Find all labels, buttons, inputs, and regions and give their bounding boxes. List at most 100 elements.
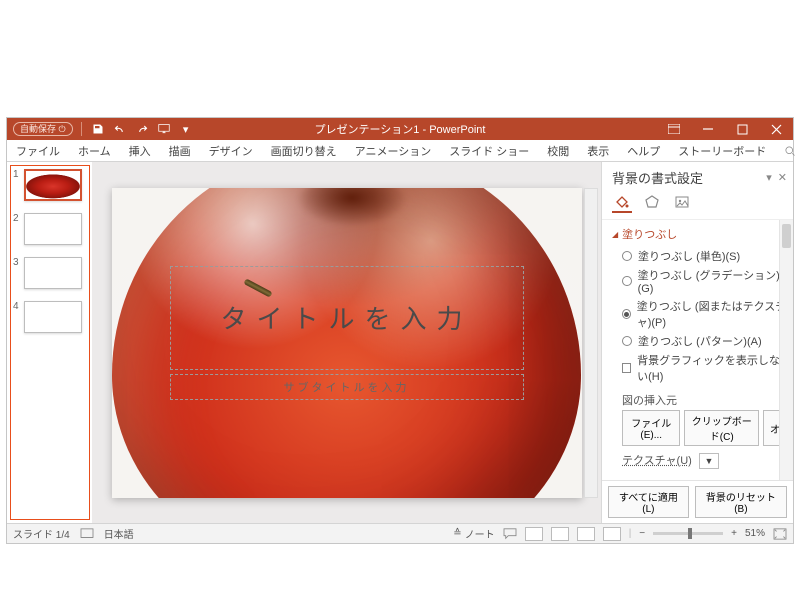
sorter-view-button[interactable] (551, 527, 569, 541)
insert-from-file-button[interactable]: ファイル(E)... (622, 410, 680, 446)
pane-scrollbar[interactable] (779, 220, 793, 480)
minimize-icon[interactable] (691, 118, 725, 140)
picture-icon (674, 194, 690, 210)
subtitle-placeholder[interactable]: サブタイトルを入力 (170, 374, 524, 400)
format-background-pane: 背景の書式設定 ▾ ✕ (601, 162, 793, 523)
radio-icon (622, 309, 631, 319)
paint-bucket-icon (614, 194, 630, 210)
autosave-state: ⏻ (59, 124, 66, 134)
thumb-number: 4 (13, 301, 21, 312)
slideshow-view-button[interactable] (603, 527, 621, 541)
tab-view[interactable]: 表示 (578, 140, 618, 161)
notes-label: ノート (465, 526, 495, 541)
search-icon (784, 145, 796, 157)
slide-thumb-4[interactable] (24, 301, 82, 333)
redo-icon[interactable] (134, 121, 150, 137)
qat-divider (81, 122, 82, 136)
texture-picker-button[interactable]: ▼ (699, 453, 719, 469)
insert-from-label: 図の挿入元 (622, 392, 787, 408)
pane-category-tabs (602, 189, 793, 220)
slide-canvas[interactable]: タイトルを入力 サブタイトルを入力 (112, 188, 582, 498)
slide-thumbnails: 1 2 3 4 (10, 165, 90, 520)
language-indicator[interactable]: 日本語 (104, 526, 134, 541)
tab-transitions[interactable]: 画面切り替え (262, 140, 346, 161)
checkbox-icon (622, 363, 631, 373)
fill-pattern-radio[interactable]: 塗りつぶし (パターン)(A) (622, 333, 787, 349)
section-fill-label: 塗りつぶし (622, 226, 677, 242)
tab-slideshow[interactable]: スライド ショー (440, 140, 538, 161)
thumb-row-1[interactable]: 1 (13, 169, 87, 201)
pane-tab-fill[interactable] (612, 193, 632, 213)
notes-button[interactable]: ≙ ノート (453, 526, 494, 541)
tab-storyboard[interactable]: ストーリーボード (669, 140, 775, 161)
hide-bg-checkbox[interactable]: 背景グラフィックを表示しない(H) (622, 352, 787, 384)
chevron-down-icon: ▼ (704, 456, 713, 466)
autosave-toggle[interactable]: 自動保存 ⏻ (13, 122, 73, 136)
tab-insert[interactable]: 挿入 (120, 140, 160, 161)
pentagon-icon (644, 194, 660, 210)
thumb-row-4[interactable]: 4 (13, 301, 87, 333)
pane-options-icon[interactable]: ▾ (766, 171, 772, 184)
zoom-in-button[interactable]: + (731, 528, 737, 539)
tab-home[interactable]: ホーム (69, 140, 120, 161)
spellcheck-icon[interactable] (80, 528, 94, 540)
slide-counter[interactable]: スライド 1/4 (13, 526, 70, 541)
thumb-row-2[interactable]: 2 (13, 213, 87, 245)
section-fill-header[interactable]: 塗りつぶし (612, 226, 787, 242)
tab-file[interactable]: ファイル (7, 140, 69, 161)
fill-picture-label: 塗りつぶし (図またはテクスチャ)(P) (637, 298, 787, 330)
autosave-label: 自動保存 (20, 124, 56, 134)
radio-icon (622, 336, 632, 346)
pane-tab-effects[interactable] (642, 193, 662, 213)
notes-icon: ≙ (453, 528, 461, 539)
pane-header: 背景の書式設定 ▾ ✕ (602, 162, 793, 189)
normal-view-button[interactable] (525, 527, 543, 541)
ribbon-display-options-icon[interactable] (657, 118, 691, 140)
fill-gradient-radio[interactable]: 塗りつぶし (グラデーション)(G) (622, 267, 787, 295)
editor-scrollbar-vertical[interactable] (584, 188, 598, 498)
zoom-value[interactable]: 51% (745, 528, 765, 539)
tab-design[interactable]: デザイン (200, 140, 262, 161)
main-area: 1 2 3 4 (7, 162, 793, 523)
apply-to-all-button[interactable]: すべてに適用(L) (608, 486, 689, 518)
zoom-out-button[interactable]: − (639, 528, 645, 539)
comments-status-icon[interactable] (503, 528, 517, 540)
fill-solid-radio[interactable]: 塗りつぶし (単色)(S) (622, 248, 787, 264)
scrollbar-thumb[interactable] (782, 224, 791, 248)
zoom-slider[interactable] (653, 532, 723, 535)
tab-draw[interactable]: 描画 (160, 140, 200, 161)
slide-thumb-3[interactable] (24, 257, 82, 289)
hide-bg-label: 背景グラフィックを表示しない(H) (637, 352, 787, 384)
fill-picture-radio[interactable]: 塗りつぶし (図またはテクスチャ)(P) (622, 298, 787, 330)
tab-help[interactable]: ヘルプ (618, 140, 669, 161)
close-icon[interactable] (759, 118, 793, 140)
reset-background-button[interactable]: 背景のリセット(B) (695, 486, 787, 518)
title-bar: 自動保存 ⏻ ▾ プレゼンテーション1 - PowerPoint (7, 118, 793, 140)
insert-from-clipboard-button[interactable]: クリップボード(C) (684, 410, 759, 446)
fill-gradient-label: 塗りつぶし (グラデーション)(G) (638, 267, 787, 295)
status-bar: スライド 1/4 日本語 ≙ ノート | − + 51% (7, 523, 793, 543)
pane-close-icon[interactable]: ✕ (778, 171, 787, 184)
thumb-number: 2 (13, 213, 21, 224)
tab-review[interactable]: 校閲 (538, 140, 578, 161)
undo-icon[interactable] (112, 121, 128, 137)
radio-icon (622, 276, 632, 286)
slide-thumb-1[interactable] (24, 169, 82, 201)
thumb-row-3[interactable]: 3 (13, 257, 87, 289)
subtitle-placeholder-text: サブタイトルを入力 (284, 379, 410, 395)
pane-tab-picture[interactable] (672, 193, 692, 213)
slide-editor[interactable]: タイトルを入力 サブタイトルを入力 (92, 162, 601, 523)
qat-more-icon[interactable]: ▾ (178, 121, 194, 137)
title-placeholder[interactable]: タイトルを入力 (170, 266, 524, 370)
tab-animations[interactable]: アニメーション (346, 140, 441, 161)
reading-view-button[interactable] (577, 527, 595, 541)
fit-to-window-button[interactable] (773, 528, 787, 540)
tell-me-search[interactable]: 操作アシ (775, 140, 800, 161)
slide-thumb-2[interactable] (24, 213, 82, 245)
texture-dropdown[interactable]: テクスチャ(U) (622, 452, 692, 468)
slide-wrap: タイトルを入力 サブタイトルを入力 (112, 188, 582, 498)
save-icon[interactable] (90, 121, 106, 137)
maximize-icon[interactable] (725, 118, 759, 140)
start-slideshow-icon[interactable] (156, 121, 172, 137)
pane-footer: すべてに適用(L) 背景のリセット(B) (602, 480, 793, 523)
